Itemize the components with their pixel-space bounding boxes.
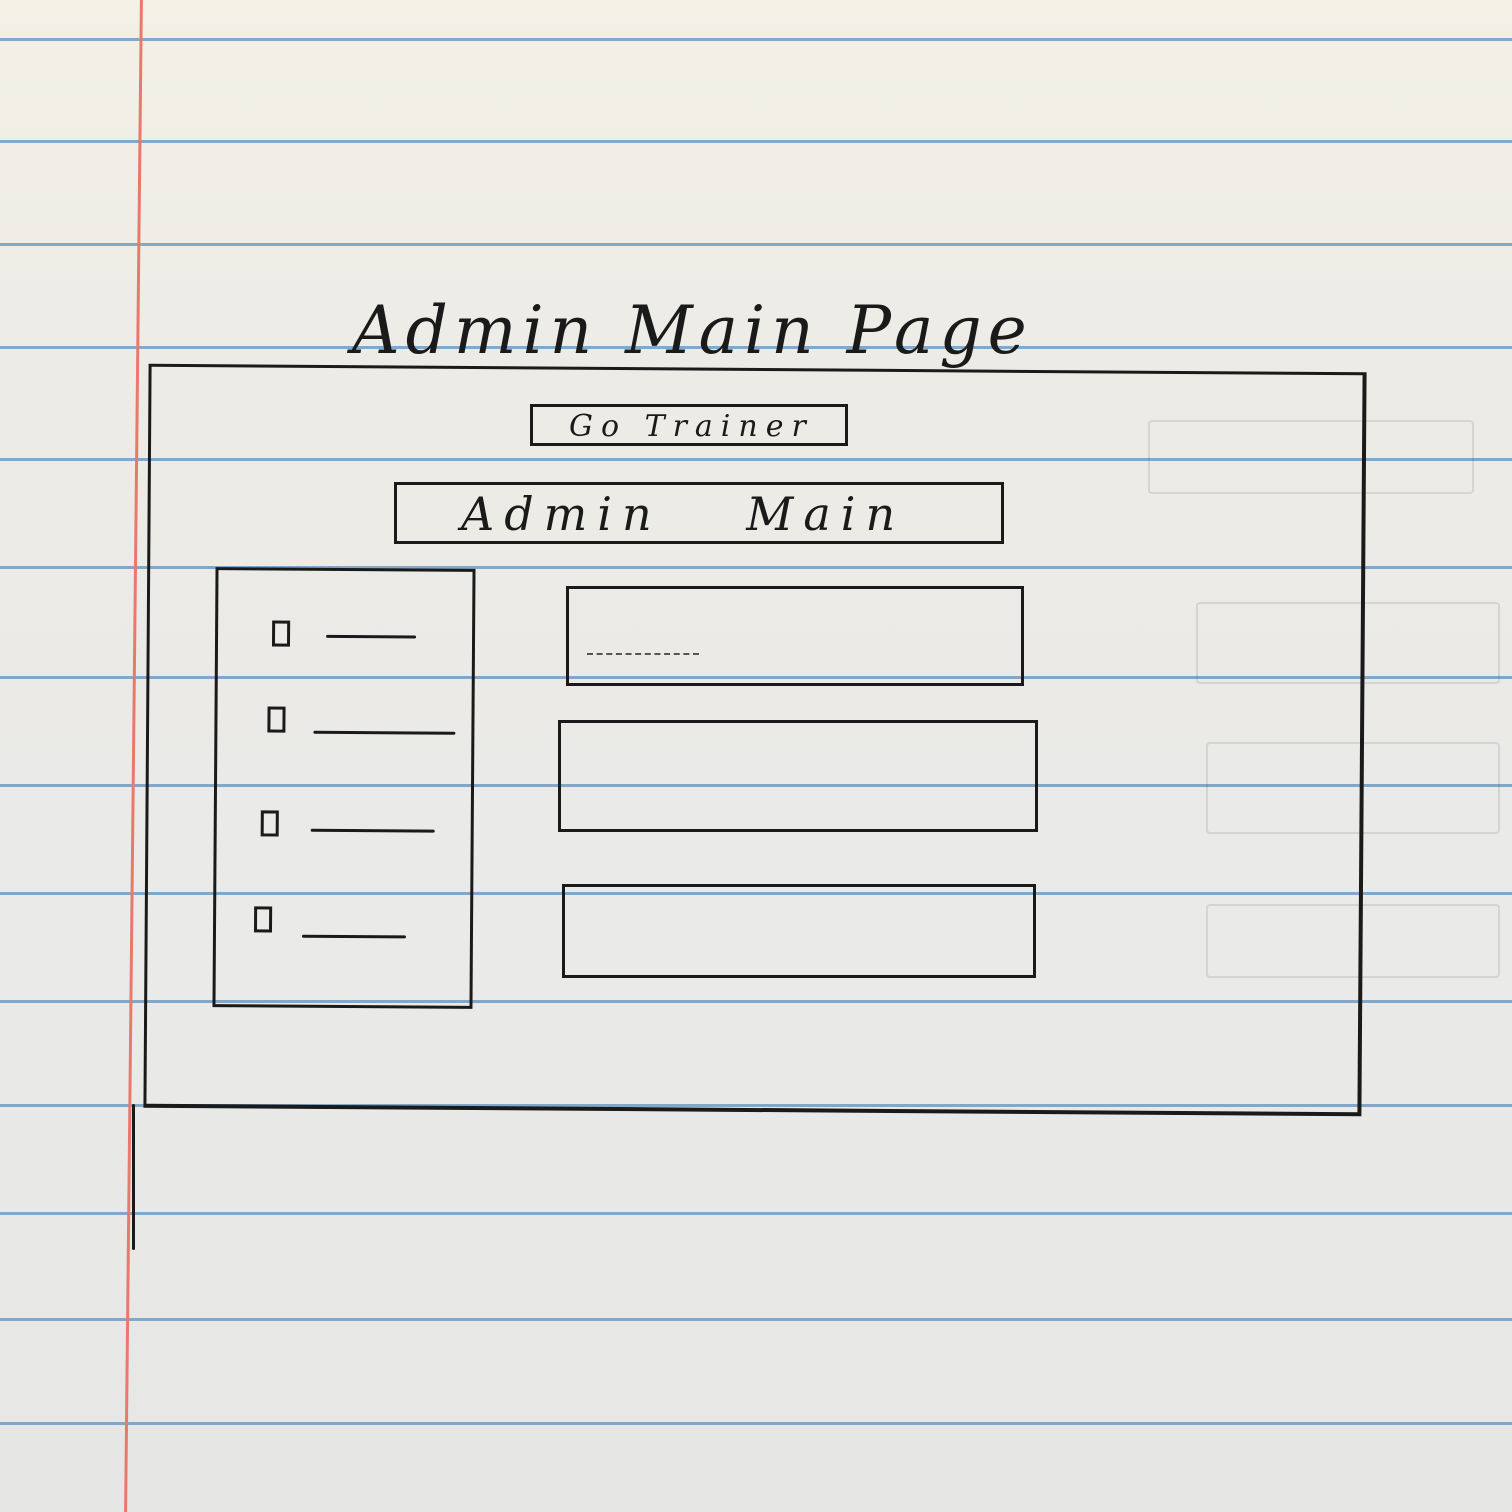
rule-line: [0, 1422, 1512, 1425]
rule-line: [0, 140, 1512, 143]
page-title: Admin Main Page: [352, 292, 1033, 369]
go-trainer-button[interactable]: Go Trainer: [530, 404, 848, 446]
list-item-text-line: [326, 634, 417, 639]
content-box-2[interactable]: [558, 720, 1038, 832]
content-box-3[interactable]: [562, 884, 1036, 978]
rule-line: [0, 38, 1512, 41]
list-item-text-line: [301, 934, 406, 939]
sidebar-panel: [212, 567, 476, 1009]
admin-main-banner: Admin Main: [394, 482, 1004, 544]
frame-left-overdraw: [132, 1104, 135, 1250]
list-item-checkbox[interactable]: [271, 620, 291, 647]
list-item-checkbox[interactable]: [260, 810, 279, 837]
rule-line: [0, 1212, 1512, 1215]
rule-line: [0, 1318, 1512, 1321]
go-trainer-label: Go Trainer: [569, 409, 814, 444]
list-item-text-line: [313, 730, 456, 735]
admin-main-label: Admin Main: [461, 487, 906, 541]
content-box-1[interactable]: [566, 586, 1024, 686]
list-item-checkbox[interactable]: [267, 706, 286, 733]
list-item-checkbox[interactable]: [253, 906, 273, 933]
input-placeholder-dash: [587, 653, 699, 655]
rule-line: [0, 243, 1512, 246]
list-item-text-line: [310, 828, 435, 833]
